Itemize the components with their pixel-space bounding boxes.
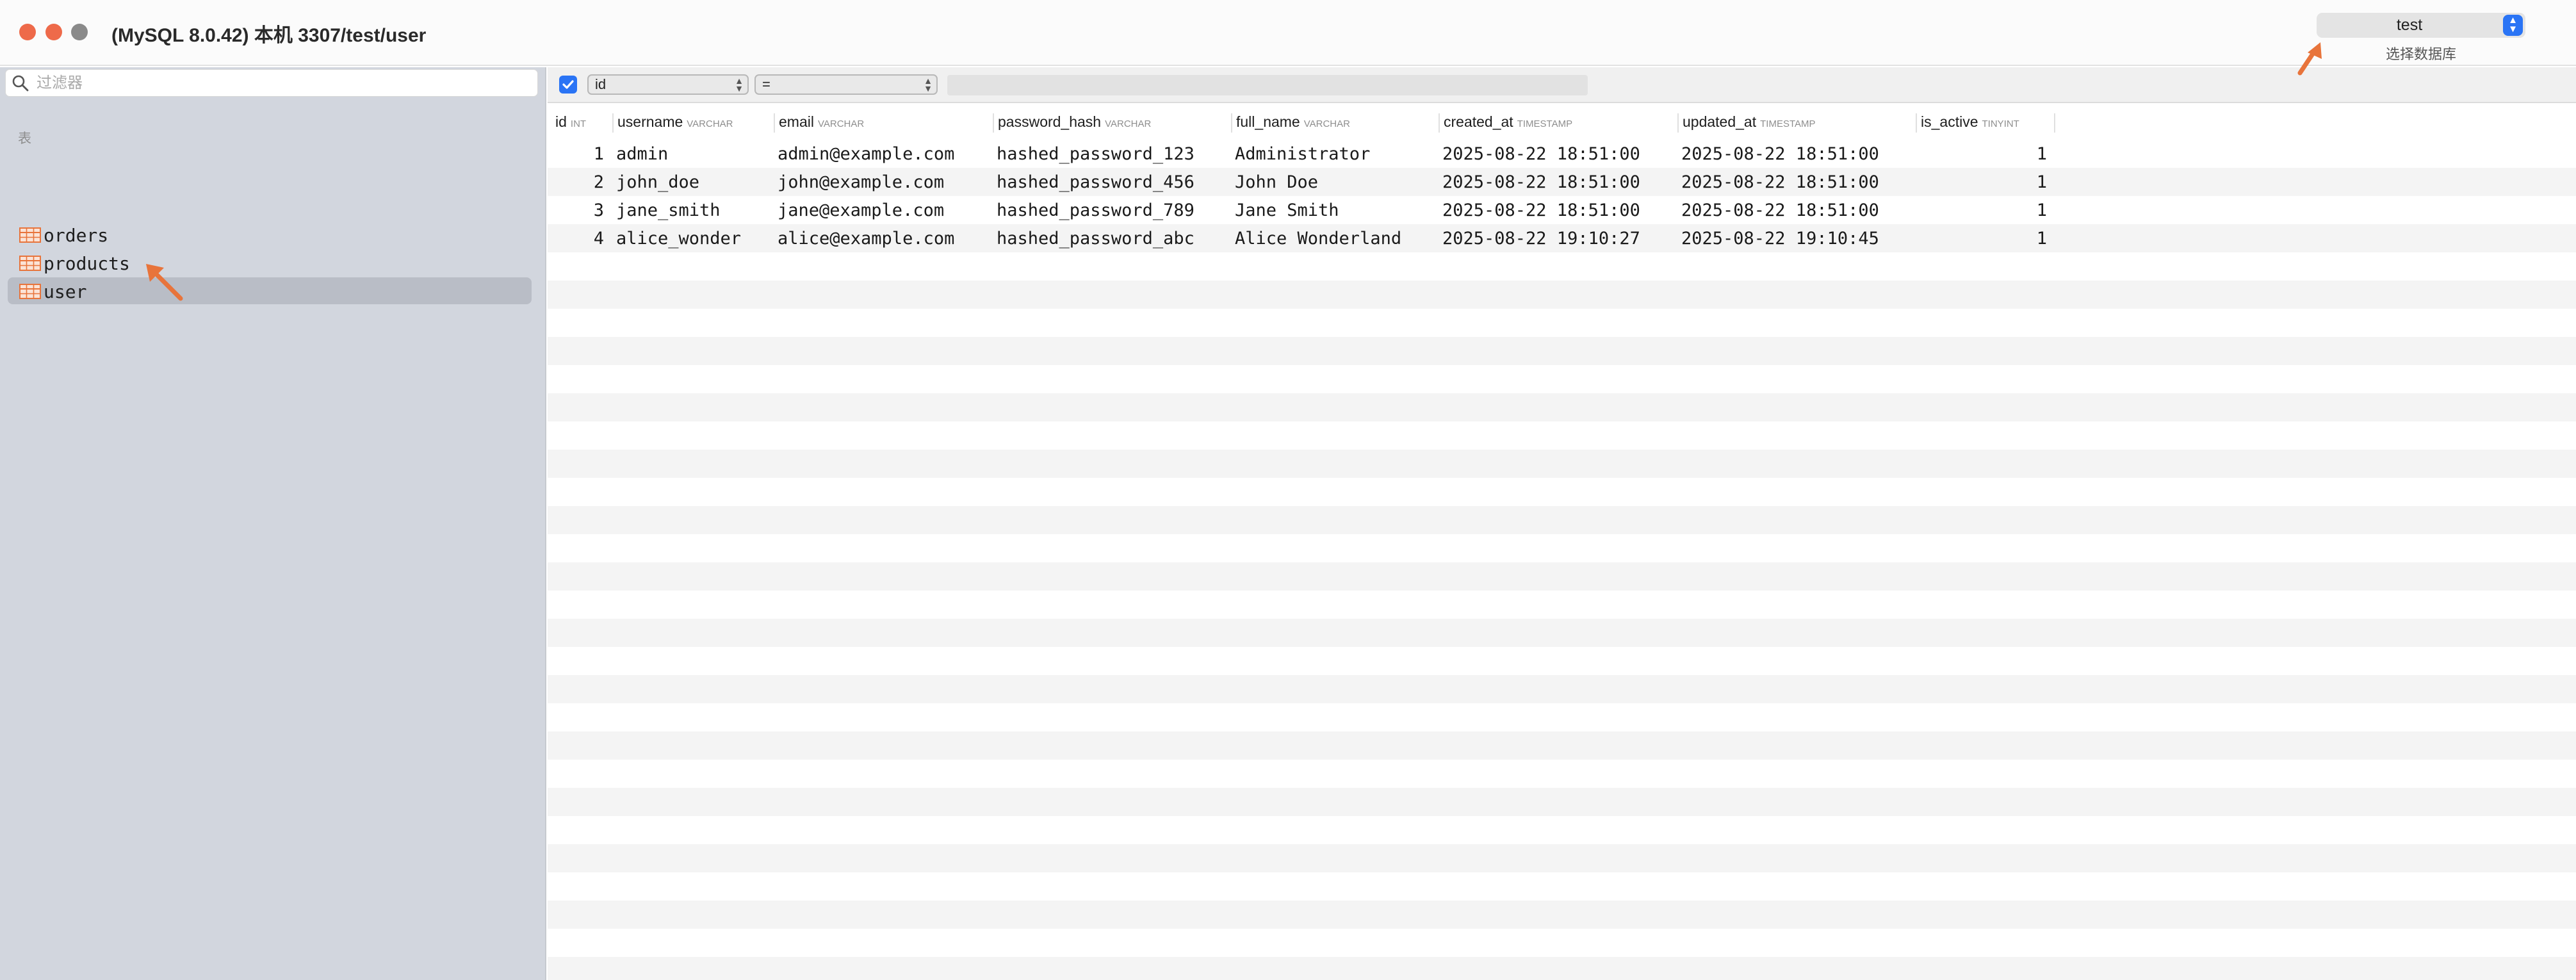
column-header-type: VARCHAR (1105, 118, 1152, 129)
cell-full_name[interactable]: John Doe (1235, 172, 1318, 192)
filter-operator-value: = (762, 76, 770, 92)
cell-password_hash[interactable]: hashed_password_123 (997, 144, 1194, 164)
database-select-value: test (2396, 16, 2423, 34)
cell-is_active[interactable]: 1 (1913, 172, 2047, 192)
annotation-arrow-icon (146, 264, 183, 301)
column-header-type: VARCHAR (1303, 118, 1350, 129)
search-icon (12, 75, 29, 92)
cell-email[interactable]: alice@example.com (778, 229, 954, 249)
column-header-full_name[interactable]: full_name VARCHAR (1232, 113, 1440, 133)
cell-updated_at[interactable]: 2025-08-22 19:10:45 (1681, 229, 1879, 249)
grid-background (548, 140, 2576, 980)
grid-header-row: id INT username VARCHAR email VARCHAR password… (548, 104, 2576, 140)
filter-column-value: id (595, 76, 607, 92)
filter-column-select[interactable]: id ▲ ▼ (587, 74, 749, 95)
sidebar-filter-input[interactable] (37, 74, 530, 93)
column-header-username[interactable]: username VARCHAR (614, 113, 775, 133)
cell-full_name[interactable]: Alice Wonderland (1235, 229, 1401, 249)
column-header-password_hash[interactable]: password_hash VARCHAR (994, 113, 1232, 133)
column-header-name: email (779, 113, 814, 130)
table-item-label: user (44, 281, 87, 302)
column-header-name: created_at (1444, 113, 1513, 130)
zoom-window-button[interactable] (71, 24, 88, 40)
column-header-type: VARCHAR (817, 118, 865, 129)
cell-password_hash[interactable]: hashed_password_456 (997, 172, 1194, 192)
table-item-label: products (44, 253, 130, 274)
cell-created_at[interactable]: 2025-08-22 18:51:00 (1442, 172, 1640, 192)
cell-created_at[interactable]: 2025-08-22 18:51:00 (1442, 144, 1640, 164)
column-header-name: is_active (1921, 113, 1978, 130)
column-header-type: VARCHAR (687, 118, 733, 129)
cell-id[interactable]: 3 (548, 200, 604, 220)
column-header-type: TIMESTAMP (1517, 118, 1573, 129)
table-icon (19, 284, 41, 299)
filter-enable-checkbox[interactable] (559, 76, 577, 94)
database-select-caption: 选择数据库 (2385, 46, 2456, 62)
table-item-orders[interactable]: orders (8, 221, 532, 248)
table-item-label: orders (44, 225, 109, 246)
column-header-name: username (617, 113, 683, 130)
chevron-updown-icon: ▲ ▼ (924, 76, 933, 94)
table-item-products[interactable]: products (8, 249, 532, 276)
cell-password_hash[interactable]: hashed_password_789 (997, 200, 1194, 220)
cell-password_hash[interactable]: hashed_password_abc (997, 229, 1194, 249)
column-header-name: id (555, 113, 567, 130)
column-header-type: TINYINT (1982, 118, 2019, 129)
cell-username[interactable]: jane_smith (616, 200, 721, 220)
table-row[interactable]: 4 alice_wonder alice@example.com hashed_pas… (548, 224, 2576, 252)
checkmark-icon (562, 80, 574, 89)
cell-full_name[interactable]: Administrator (1235, 144, 1370, 164)
cell-is_active[interactable]: 1 (1913, 229, 2047, 249)
column-header-created_at[interactable]: created_at TIMESTAMP (1440, 113, 1679, 133)
table-row[interactable]: 3 jane_smith jane@example.com hashed_passwo… (548, 196, 2576, 224)
close-window-button[interactable] (19, 24, 36, 40)
tables-section-label: 表 (18, 131, 31, 146)
cell-username[interactable]: john_doe (616, 172, 699, 192)
cell-updated_at[interactable]: 2025-08-22 18:51:00 (1681, 200, 1879, 220)
filter-value-input[interactable] (947, 75, 1588, 95)
minimize-window-button[interactable] (45, 24, 62, 40)
filter-bar: id ▲ ▼ = ▲ ▼ (548, 67, 2576, 103)
column-header-type: INT (570, 118, 587, 129)
cell-email[interactable]: admin@example.com (778, 144, 954, 164)
table-item-user[interactable]: user (8, 277, 532, 304)
column-header-name: updated_at (1683, 113, 1757, 130)
cell-is_active[interactable]: 1 (1913, 200, 2047, 220)
title-bar: (MySQL 8.0.42) 本机 3307/test/user test ▲ ▼… (0, 0, 2576, 66)
table-row[interactable]: 1 admin admin@example.com hashed_password_1… (548, 140, 2576, 168)
table-icon (19, 256, 41, 271)
table-icon (19, 227, 41, 243)
cell-email[interactable]: john@example.com (778, 172, 944, 192)
cell-id[interactable]: 4 (548, 229, 604, 249)
column-header-id[interactable]: id INT (551, 113, 614, 133)
cell-is_active[interactable]: 1 (1913, 144, 2047, 164)
data-grid: id INT username VARCHAR email VARCHAR password… (548, 104, 2576, 980)
cell-updated_at[interactable]: 2025-08-22 18:51:00 (1681, 144, 1879, 164)
cell-id[interactable]: 1 (548, 144, 604, 164)
column-header-email[interactable]: email VARCHAR (775, 113, 994, 133)
column-header-updated_at[interactable]: updated_at TIMESTAMP (1679, 113, 1917, 133)
cell-id[interactable]: 2 (548, 172, 604, 192)
column-header-name: full_name (1236, 113, 1300, 130)
column-header-name: password_hash (998, 113, 1102, 130)
database-select[interactable]: test ▲ ▼ (2317, 13, 2525, 38)
filter-operator-select[interactable]: = ▲ ▼ (754, 74, 938, 95)
annotation-arrow-icon (2297, 42, 2322, 76)
cell-created_at[interactable]: 2025-08-22 19:10:27 (1442, 229, 1640, 249)
cell-username[interactable]: alice_wonder (616, 229, 741, 249)
table-row[interactable]: 2 john_doe john@example.com hashed_password… (548, 168, 2576, 196)
cell-updated_at[interactable]: 2025-08-22 18:51:00 (1681, 172, 1879, 192)
window-title: (MySQL 8.0.42) 本机 3307/test/user (111, 25, 427, 46)
column-header-type: TIMESTAMP (1760, 118, 1816, 129)
cell-full_name[interactable]: Jane Smith (1235, 200, 1339, 220)
chevron-updown-icon: ▲ ▼ (2503, 15, 2523, 36)
cell-created_at[interactable]: 2025-08-22 18:51:00 (1442, 200, 1640, 220)
sidebar-filter-box[interactable] (5, 69, 538, 97)
cell-email[interactable]: jane@example.com (778, 200, 944, 220)
chevron-updown-icon: ▲ ▼ (735, 76, 744, 94)
column-header-is_active[interactable]: is_active TINYINT (1917, 113, 2055, 133)
sidebar: 表 orders products user (0, 67, 546, 980)
cell-username[interactable]: admin (616, 144, 668, 164)
